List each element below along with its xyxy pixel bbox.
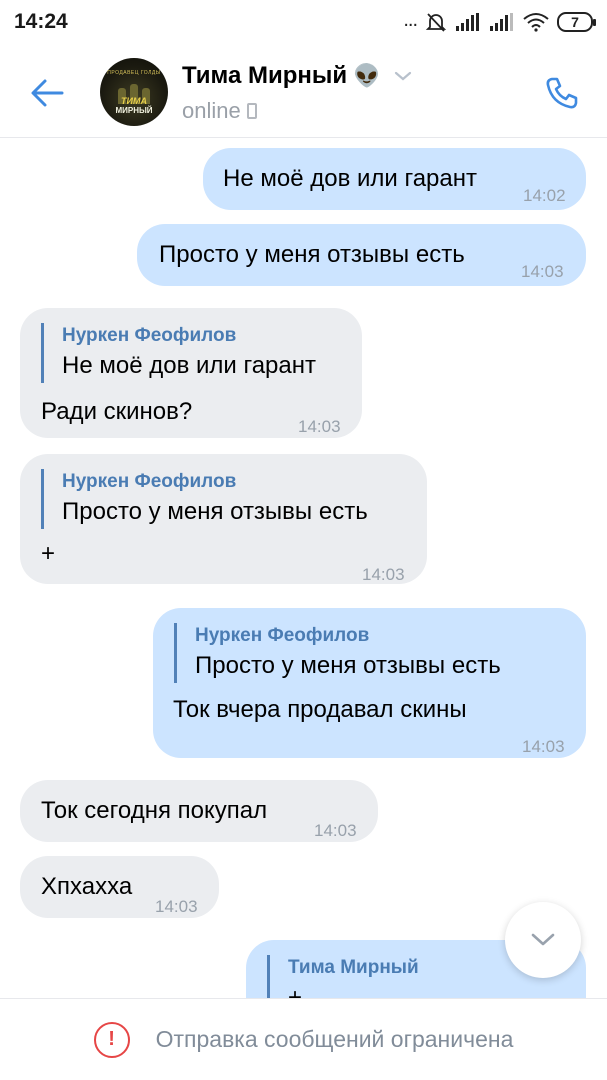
message-time: 14:03 — [155, 897, 198, 916]
message-list[interactable]: Не моё дов или гарант 14:02 Просто у мен… — [0, 138, 607, 998]
signal-icon — [456, 13, 479, 31]
more-dots-icon: ... — [403, 9, 418, 31]
message-text: + — [41, 540, 56, 567]
scroll-down-button[interactable] — [505, 902, 581, 978]
message-text: Не моё дов или гарант — [223, 165, 477, 192]
message-bubble-outgoing[interactable]: Не моё дов или гарант 14:02 — [203, 148, 586, 210]
status-bar: 14:24 ... 7 — [0, 0, 607, 46]
message-text: Ток вчера продавал скины — [173, 696, 467, 723]
quote-author: Тима Мирный — [288, 957, 419, 978]
message-text: Хпхахха — [41, 873, 133, 900]
message-bubble-incoming[interactable]: Нуркен Феофилов Просто у меня отзывы ест… — [20, 454, 427, 584]
back-button[interactable] — [22, 68, 72, 118]
signal-icon-2 — [490, 13, 513, 31]
reply-quote[interactable]: Тима Мирный + — [267, 955, 419, 998]
message-time: 14:02 — [523, 186, 566, 205]
reply-quote[interactable]: Нуркен Феофилов Просто у меня отзывы ест… — [174, 623, 501, 683]
avatar-caption-line2: МИРНЫЙ — [115, 106, 153, 115]
quote-author: Нуркен Феофилов — [62, 325, 237, 346]
mute-icon — [425, 13, 447, 32]
message-time: 14:03 — [522, 737, 565, 756]
quote-author: Нуркен Феофилов — [195, 625, 370, 646]
contact-status: online — [182, 98, 257, 124]
avatar-caption-line1: ТИМА — [121, 96, 147, 106]
quote-text: Просто у меня отзывы есть — [195, 652, 501, 679]
messaging-restricted-text: Отправка сообщений ограничена — [155, 1026, 514, 1052]
message-bubble-outgoing[interactable]: Нуркен Феофилов Просто у меня отзывы ест… — [153, 608, 586, 758]
quote-text: Не моё дов или гарант — [62, 352, 316, 379]
message-bubble-incoming[interactable]: Нуркен Феофилов Не моё дов или гарант Ра… — [20, 308, 362, 438]
messaging-restricted-bar: ! Отправка сообщений ограничена — [0, 998, 607, 1080]
reply-quote[interactable]: Нуркен Феофилов Не моё дов или гарант — [41, 323, 316, 383]
back-arrow-icon — [31, 79, 64, 107]
battery-icon: 7 — [557, 12, 596, 32]
message-text: Просто у меня отзывы есть — [159, 241, 465, 268]
chat-header: ПРОДАВЕЦ ГОЛДЫ ТИМА МИРНЫЙ Тима Мирный 👽… — [0, 46, 607, 138]
contact-name-row[interactable]: Тима Мирный 👽 — [182, 62, 413, 90]
quote-text: + — [288, 984, 303, 998]
message-time: 14:03 — [521, 262, 564, 281]
avatar-caption-top: ПРОДАВЕЦ ГОЛДЫ — [107, 70, 161, 76]
phone-icon — [546, 77, 578, 109]
reply-quote[interactable]: Нуркен Феофилов Просто у меня отзывы ест… — [41, 469, 368, 529]
message-bubble-incoming[interactable]: Хпхахха 14:03 — [20, 856, 219, 918]
message-bubble-incoming[interactable]: Ток сегодня покупал 14:03 — [20, 780, 378, 842]
message-time: 14:03 — [298, 417, 341, 436]
message-time: 14:03 — [314, 821, 357, 840]
contact-status-text: online — [182, 98, 241, 123]
message-text: Ток сегодня покупал — [41, 797, 268, 824]
call-button[interactable] — [537, 68, 587, 118]
warning-icon: ! — [93, 1021, 130, 1058]
chevron-down-icon — [394, 71, 411, 81]
message-text: Ради скинов? — [41, 398, 193, 425]
status-icons: ... 7 — [403, 9, 596, 35]
status-time: 14:24 — [14, 10, 68, 33]
contact-name: Тима Мирный — [182, 62, 348, 89]
message-bubble-outgoing[interactable]: Просто у меня отзывы есть 14:03 — [137, 224, 586, 286]
avatar[interactable]: ПРОДАВЕЦ ГОЛДЫ ТИМА МИРНЫЙ — [100, 58, 168, 126]
quote-text: Просто у меня отзывы есть — [62, 498, 368, 525]
message-time: 14:03 — [362, 565, 405, 584]
wifi-icon — [523, 13, 549, 32]
mobile-icon — [246, 103, 257, 119]
quote-author: Нуркен Феофилов — [62, 471, 237, 492]
chevron-down-icon — [531, 933, 555, 946]
alien-emoji: 👽 — [353, 63, 381, 88]
